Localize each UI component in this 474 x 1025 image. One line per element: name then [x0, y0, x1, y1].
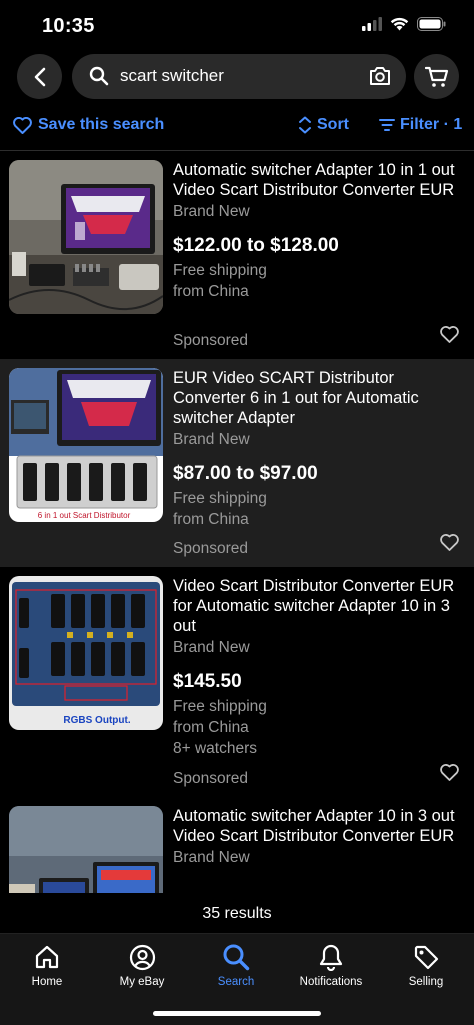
nav-home[interactable]: Home — [0, 942, 94, 988]
listing-price: $87.00 to $97.00 — [173, 463, 318, 484]
listing-shipping: Free shipping — [173, 698, 267, 715]
listing-watchers: 8+ watchers — [173, 740, 258, 757]
nav-selling[interactable]: Selling — [379, 942, 473, 988]
listing-origin: from China — [173, 511, 249, 528]
heart-outline-icon — [13, 116, 32, 134]
profile-icon — [129, 944, 155, 970]
listing-origin: from China — [173, 719, 249, 736]
action-row: Save this search Sort Filter · 1 — [0, 112, 474, 140]
listing-item[interactable]: Automatic switcher Adapter 10 in 3 out V… — [0, 797, 474, 893]
listing-image[interactable] — [9, 160, 163, 314]
tag-icon — [414, 945, 438, 969]
listing-photo — [9, 806, 163, 893]
listing-image[interactable] — [9, 806, 163, 893]
cart-icon — [424, 66, 448, 87]
cart-button[interactable] — [414, 54, 459, 99]
status-bar: 10:35 — [0, 0, 474, 52]
nav-search[interactable]: Search — [189, 942, 283, 988]
search-row: scart switcher — [0, 54, 474, 100]
listing-shipping: Free shipping — [173, 262, 267, 279]
save-search-label: Save this search — [38, 116, 165, 133]
listing-image[interactable]: RGBS Output. — [9, 576, 163, 730]
image-caption: RGBS Output. — [63, 715, 130, 726]
search-icon — [89, 66, 109, 86]
filter-button[interactable]: Filter · 1 — [379, 116, 462, 134]
listing-info: EUR Video SCART Distributor Converter 6 … — [173, 359, 463, 530]
listing-price: $122.00 to $128.00 — [173, 235, 339, 256]
wifi-icon — [390, 17, 409, 31]
search-icon — [223, 944, 250, 971]
watch-heart-icon[interactable] — [440, 764, 459, 781]
nav-selling-label: Selling — [408, 976, 444, 988]
listing-photo: 6 in 1 out Scart Distributor — [9, 368, 163, 522]
bell-icon — [319, 944, 343, 971]
nav-search-label: Search — [217, 976, 255, 988]
nav-notifications-label: Notifications — [299, 976, 363, 988]
sort-button[interactable]: Sort — [298, 116, 349, 134]
status-icons — [362, 17, 446, 31]
sort-icon — [299, 116, 311, 134]
listing-info: Automatic switcher Adapter 10 in 1 out V… — [173, 151, 463, 302]
search-input[interactable]: scart switcher — [72, 54, 406, 99]
home-icon — [35, 945, 59, 969]
search-query: scart switcher — [120, 66, 224, 85]
nav-my-ebay-label: My eBay — [119, 976, 165, 988]
listing-image[interactable]: 6 in 1 out Scart Distributor — [9, 368, 163, 522]
listing-item[interactable]: Automatic switcher Adapter 10 in 1 out V… — [0, 151, 474, 359]
watch-heart-icon[interactable] — [440, 326, 459, 343]
camera-icon[interactable] — [369, 66, 391, 86]
home-indicator[interactable] — [153, 1011, 321, 1016]
battery-icon — [417, 17, 446, 31]
listing-condition: Brand New — [173, 639, 250, 656]
sponsored-label: Sponsored — [173, 770, 248, 787]
listing-info: Video Scart Distributor Converter EUR fo… — [173, 567, 463, 759]
sort-label: Sort — [317, 116, 349, 133]
listing-item[interactable]: RGBS Output. Video Scart Distributor Con… — [0, 567, 474, 797]
listing-title[interactable]: EUR Video SCART Distributor Converter 6 … — [173, 368, 463, 428]
back-button[interactable] — [17, 54, 62, 99]
listing-condition: Brand New — [173, 203, 250, 220]
nav-notifications[interactable]: Notifications — [284, 942, 378, 988]
nav-home-label: Home — [31, 976, 63, 988]
listing-condition: Brand New — [173, 431, 250, 448]
listing-info: Automatic switcher Adapter 10 in 3 out V… — [173, 797, 463, 867]
sponsored-label: Sponsored — [173, 540, 248, 557]
listing-origin: from China — [173, 283, 249, 300]
sponsored-label: Sponsored — [173, 332, 248, 349]
filter-icon — [379, 119, 395, 131]
filter-label: Filter · 1 — [400, 116, 463, 133]
listing-title[interactable]: Video Scart Distributor Converter EUR fo… — [173, 576, 463, 636]
listing-shipping: Free shipping — [173, 490, 267, 507]
signal-icon — [362, 17, 382, 31]
listing-photo — [9, 160, 163, 314]
chevron-left-icon — [34, 67, 45, 86]
listing-condition: Brand New — [173, 849, 250, 866]
status-time: 10:35 — [42, 15, 95, 37]
listing-item[interactable]: 6 in 1 out Scart Distributor EUR Video S… — [0, 359, 474, 567]
listing-title[interactable]: Automatic switcher Adapter 10 in 3 out V… — [173, 806, 463, 846]
bottom-nav: Home My eBay Search Notifications Sellin… — [0, 933, 474, 1025]
results-count: 35 results — [0, 893, 474, 933]
listing-price: $145.50 — [173, 671, 242, 692]
listing-photo: RGBS Output. — [9, 576, 163, 730]
watch-heart-icon[interactable] — [440, 534, 459, 551]
save-search-button[interactable]: Save this search — [13, 116, 164, 134]
listing-title[interactable]: Automatic switcher Adapter 10 in 1 out V… — [173, 160, 463, 200]
nav-my-ebay[interactable]: My eBay — [95, 942, 189, 988]
image-caption: 6 in 1 out Scart Distributor — [38, 511, 131, 520]
